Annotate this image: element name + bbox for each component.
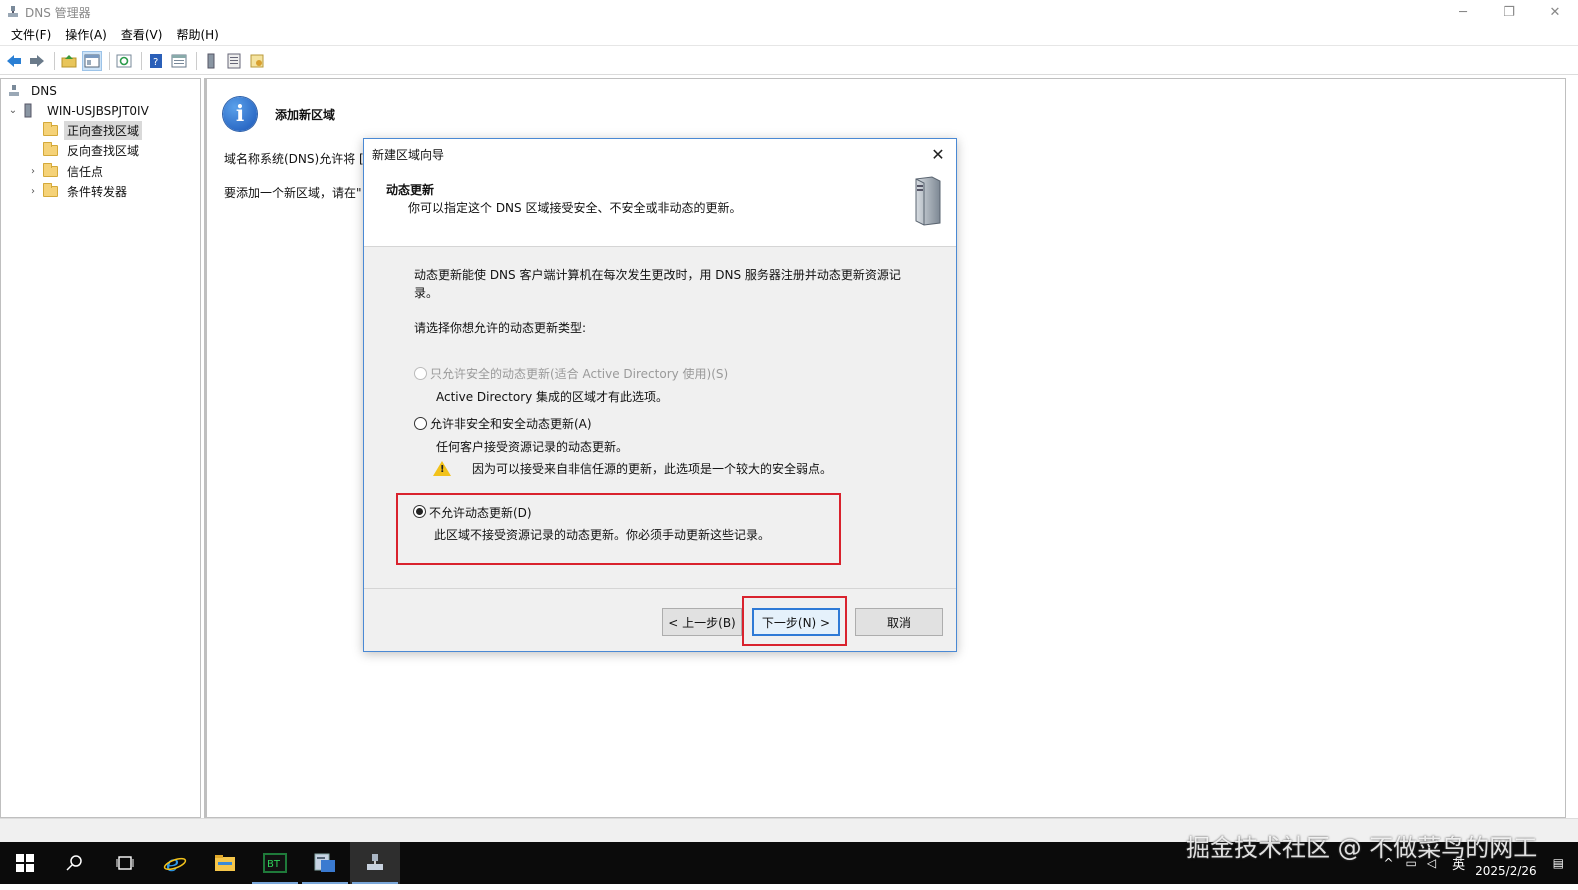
secure-only-label: 只允许安全的动态更新(适合 Active Directory 使用)(S)	[430, 367, 729, 381]
back-button[interactable]: < 上一步(B)	[662, 608, 742, 636]
prompt-text: 请选择你想允许的动态更新类型:	[414, 321, 587, 335]
list-icon[interactable]	[224, 51, 244, 71]
minimize-button[interactable]: ─	[1440, 0, 1486, 24]
dialog-footer-divider	[364, 588, 956, 589]
server-icon[interactable]	[201, 51, 221, 71]
highlight-box-option	[396, 493, 841, 565]
dialog-title: 新建区域向导	[372, 147, 445, 162]
up-folder-icon[interactable]	[59, 51, 79, 71]
allow-nonsecure-description: 任何客户接受资源记录的动态更新。	[436, 440, 629, 454]
highlight-box-next	[742, 596, 847, 646]
intro-text: 录。	[414, 286, 439, 300]
show-tree-icon[interactable]	[82, 50, 102, 71]
properties-icon[interactable]	[247, 51, 267, 71]
folder-icon	[43, 163, 59, 179]
dialog-header-subtitle: 你可以指定这个 DNS 区域接受安全、不安全或非动态的更新。	[408, 201, 742, 215]
svg-text:BT: BT	[267, 859, 281, 870]
dns-manager-icon[interactable]	[350, 842, 400, 884]
tree-item-trust-points[interactable]: › 信任点	[27, 162, 106, 181]
watermark: 掘金技术社区 @ 不做菜鸟的网工	[1186, 834, 1538, 862]
window-title: DNS 管理器	[25, 5, 91, 20]
result-pane-title: 添加新区域	[275, 108, 336, 122]
folder-icon	[43, 183, 59, 199]
dns-app-icon	[8, 6, 18, 17]
new-zone-wizard-dialog: 新建区域向导 ✕ 动态更新 你可以指定这个 DNS 区域接受安全、不安全或非动态…	[363, 138, 957, 652]
chevron-right-icon[interactable]: ›	[27, 166, 39, 177]
svg-text:?: ?	[153, 57, 158, 68]
notification-icon[interactable]: ▤	[1553, 856, 1564, 870]
tree-root-label: DNS	[31, 83, 57, 98]
task-view-icon[interactable]	[100, 842, 150, 884]
dialog-header-title: 动态更新	[386, 183, 435, 197]
menu-help[interactable]: 帮助(H)	[169, 26, 225, 43]
chevron-right-icon[interactable]: ›	[27, 186, 39, 197]
window-title-bar: DNS 管理器 ─ ❐ ✕	[0, 0, 1578, 24]
intro-text: 动态更新能使 DNS 客户端计算机在每次发生更改时，用 DNS 服务器注册并动态…	[414, 268, 901, 282]
ie-icon[interactable]: e	[150, 842, 200, 884]
back-icon[interactable]	[4, 51, 24, 71]
forward-icon[interactable]	[27, 51, 47, 71]
restore-button[interactable]: ❐	[1486, 0, 1532, 24]
tree-item-reverse-lookup[interactable]: 反向查找区域	[27, 141, 142, 160]
tree-item-conditional-forwarders[interactable]: › 条件转发器	[27, 182, 130, 201]
server-tower-icon	[915, 176, 941, 226]
menu-bar: 文件(F) 操作(A) 查看(V) 帮助(H)	[0, 24, 1578, 46]
server-manager-icon[interactable]	[300, 842, 350, 884]
clock-date: 2025/2/26	[1475, 863, 1537, 878]
server-icon	[23, 103, 39, 118]
secure-only-description: Active Directory 集成的区域才有此选项。	[436, 390, 669, 404]
toolbar-separator	[141, 51, 142, 70]
dialog-title-bar: 新建区域向导 ✕	[364, 139, 956, 169]
dialog-header: 动态更新 你可以指定这个 DNS 区域接受安全、不安全或非动态的更新。	[364, 169, 956, 247]
dialog-close-button[interactable]: ✕	[926, 143, 950, 165]
tree-server[interactable]: ⌄ WIN-USJBSPJT0IV	[7, 101, 152, 120]
tree-item-forward-lookup[interactable]: 正向查找区域	[27, 121, 143, 140]
tree-server-label: WIN-USJBSPJT0IV	[47, 103, 149, 118]
folder-icon	[43, 142, 59, 158]
dns-icon	[7, 84, 23, 98]
result-pane-text: 要添加一个新区域，请在"	[224, 186, 362, 200]
tree-item-label: 反向查找区域	[67, 144, 140, 158]
menu-view[interactable]: 查看(V)	[114, 26, 170, 43]
toolbar-separator	[109, 51, 110, 70]
dialog-body: 动态更新能使 DNS 客户端计算机在每次发生更改时，用 DNS 服务器注册并动态…	[364, 248, 956, 588]
folder-icon	[43, 122, 59, 138]
console-icon[interactable]	[169, 51, 189, 71]
toolbar: ?	[0, 47, 1578, 75]
tree-root-dns[interactable]: DNS	[7, 81, 60, 100]
toolbar-separator	[196, 51, 197, 70]
clock[interactable]: 2025/2/26	[1475, 864, 1537, 879]
bt-panel-icon[interactable]: BT	[250, 842, 300, 884]
cancel-button[interactable]: 取消	[855, 608, 943, 636]
start-icon[interactable]	[0, 842, 50, 884]
toolbar-separator	[54, 51, 55, 70]
tree-item-label: 条件转发器	[67, 185, 128, 199]
refresh-icon[interactable]	[114, 51, 134, 71]
menu-action[interactable]: 操作(A)	[58, 26, 114, 43]
chevron-down-icon[interactable]: ⌄	[7, 105, 19, 116]
file-explorer-icon[interactable]	[200, 842, 250, 884]
allow-nonsecure-radio[interactable]	[414, 417, 427, 430]
info-icon: i	[223, 97, 257, 131]
menu-file[interactable]: 文件(F)	[4, 26, 58, 43]
tree-item-label: 信任点	[67, 165, 104, 179]
secure-only-radio[interactable]	[414, 367, 427, 380]
warning-text: 因为可以接受来自非信任源的更新，此选项是一个较大的安全弱点。	[472, 462, 833, 476]
search-icon[interactable]	[50, 842, 100, 884]
allow-nonsecure-label[interactable]: 允许非安全和安全动态更新(A)	[430, 415, 592, 432]
close-button[interactable]: ✕	[1532, 0, 1578, 24]
window-controls: ─ ❐ ✕	[1440, 0, 1578, 24]
result-pane-text: 域名称系统(DNS)允许将 [	[224, 152, 364, 166]
console-tree: DNS ⌄ WIN-USJBSPJT0IV 正向查找区域 反向查找区域 › 信任…	[0, 78, 201, 818]
tree-item-label: 正向查找区域	[64, 121, 143, 140]
help-icon[interactable]: ?	[146, 51, 166, 71]
